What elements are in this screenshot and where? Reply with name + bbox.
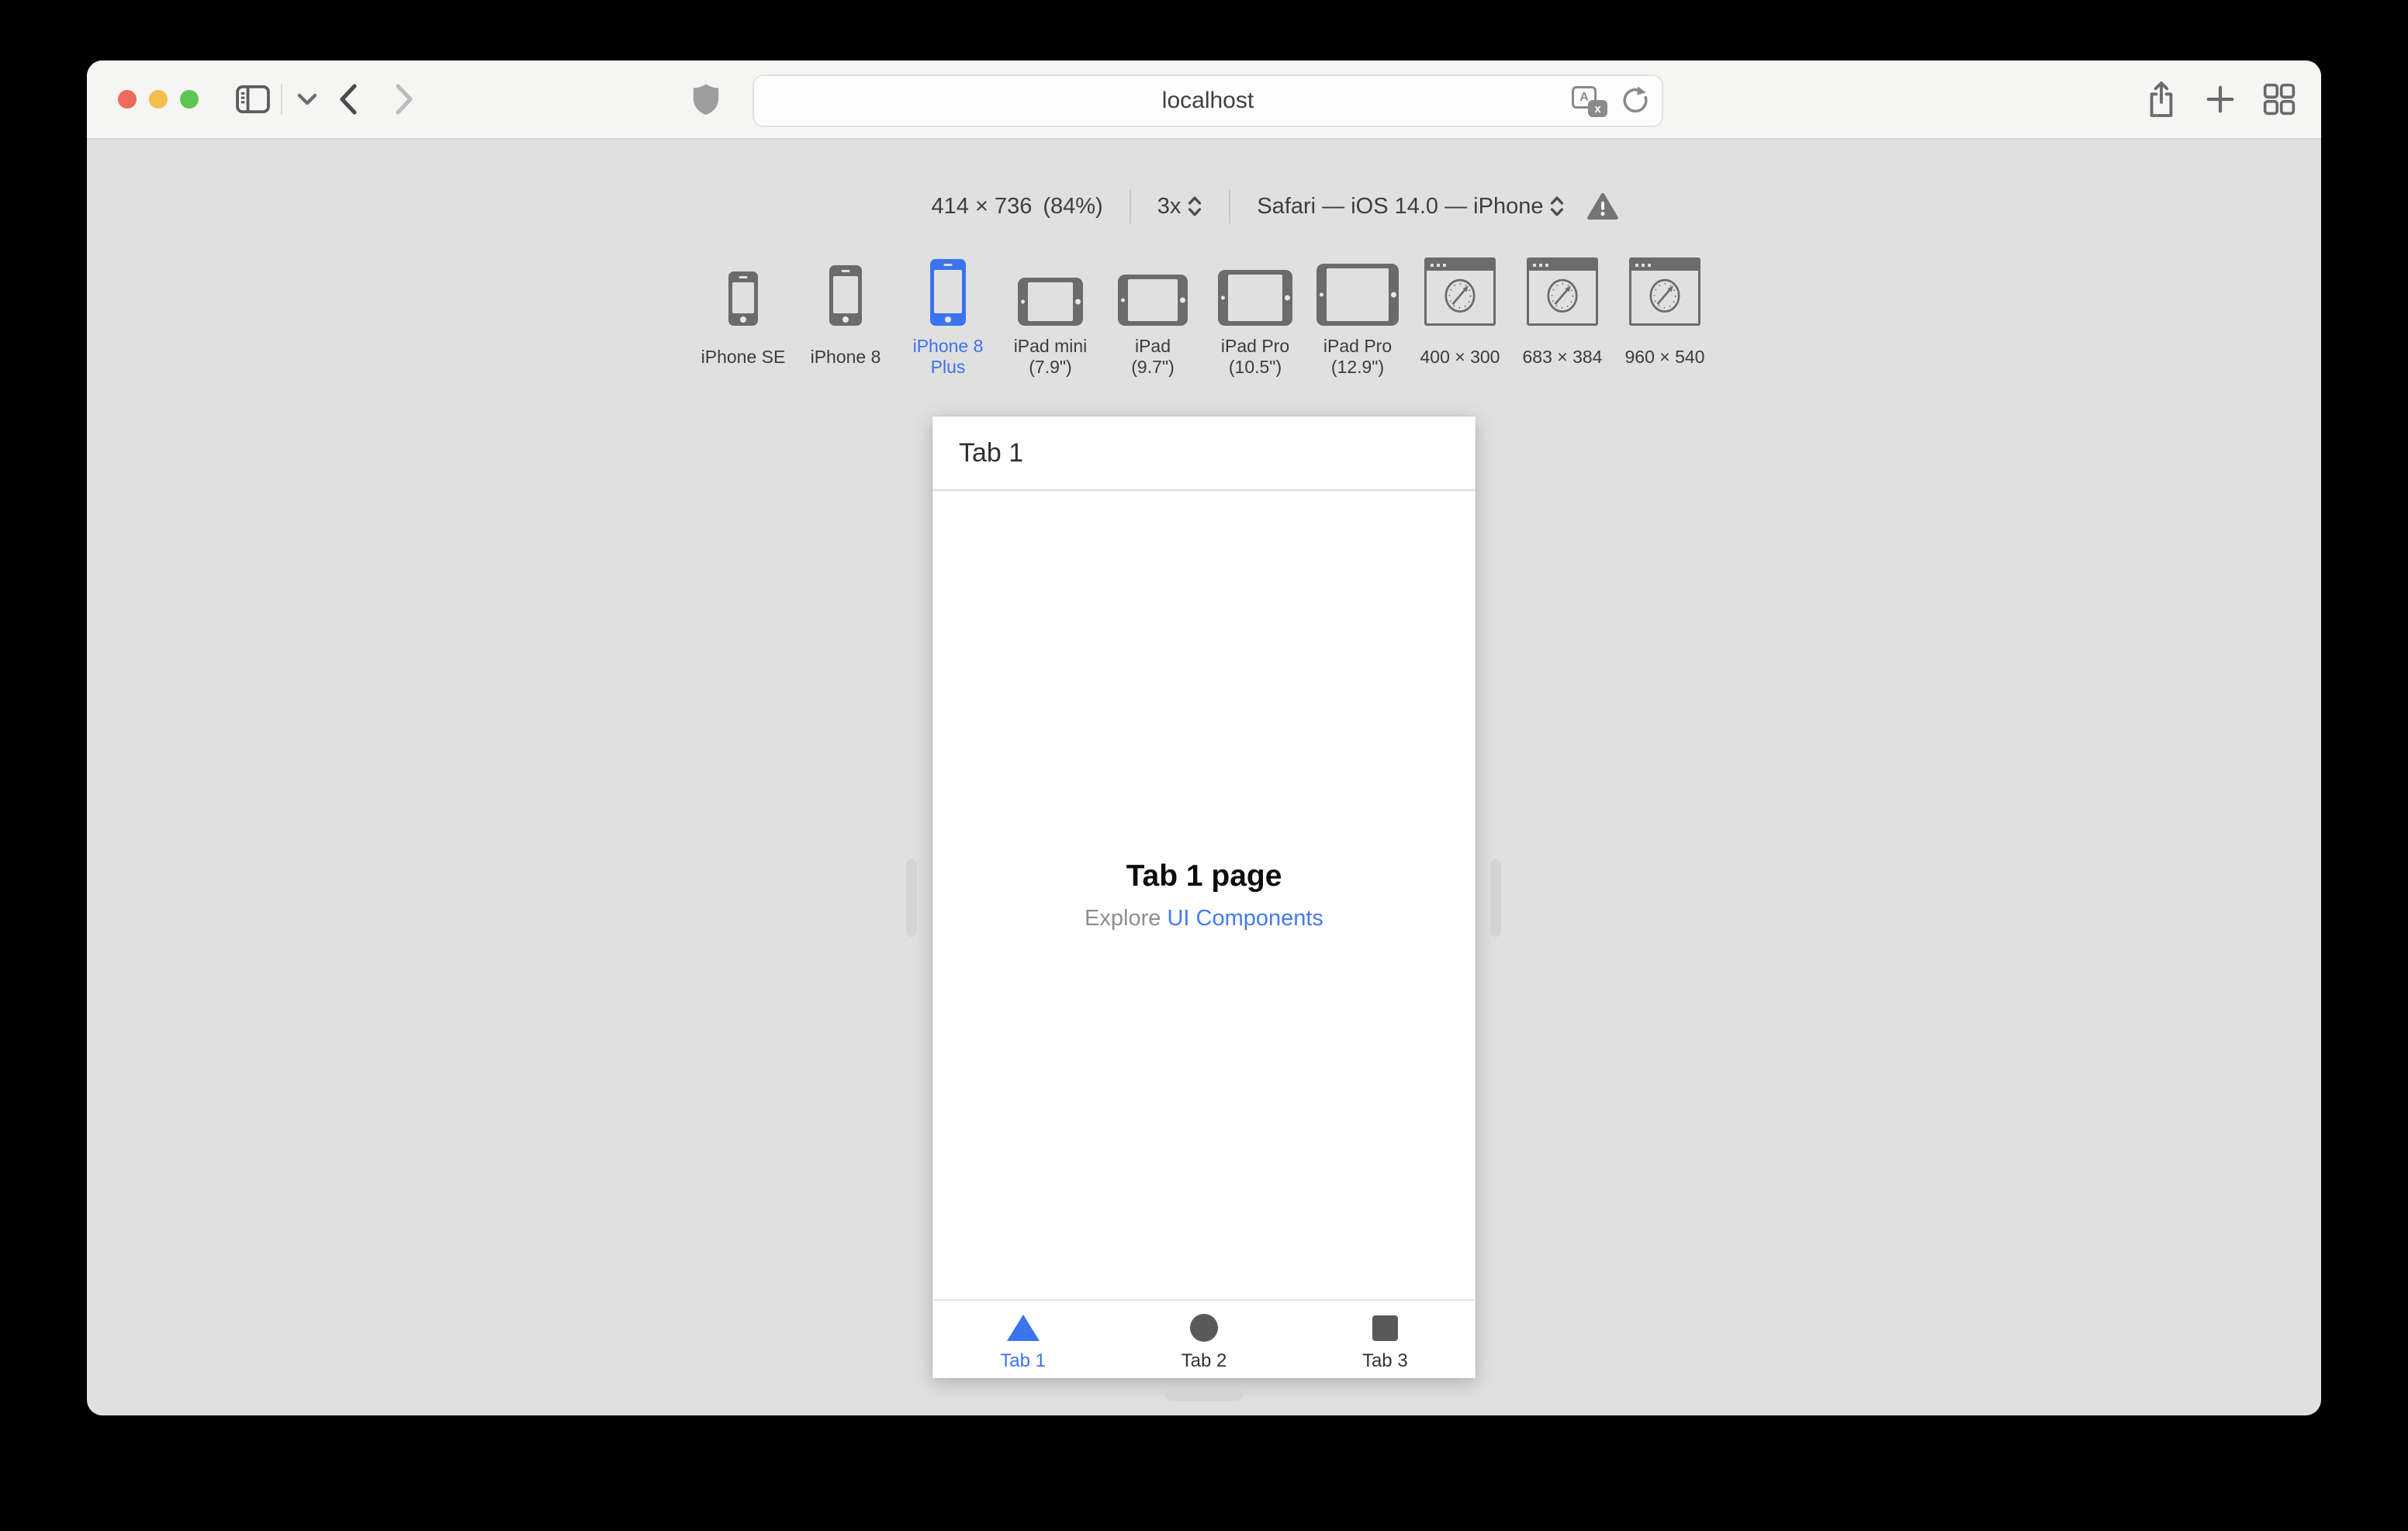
- fullscreen-window-button[interactable]: [180, 90, 199, 109]
- browser-window-icon: [1424, 257, 1496, 326]
- new-tab-button[interactable]: [2200, 79, 2240, 119]
- sidebar-menu-button[interactable]: [290, 79, 324, 119]
- pixel-ratio-select[interactable]: 3x: [1157, 194, 1203, 219]
- browser-window-icon: [1527, 257, 1598, 326]
- share-button[interactable]: [2141, 79, 2181, 119]
- device-option-960x540[interactable]: 960 × 540: [1615, 254, 1714, 378]
- device-option-400x300[interactable]: 400 × 300: [1410, 254, 1510, 378]
- device-option-iphone-8-plus[interactable]: iPhone 8 Plus: [898, 254, 998, 378]
- iphone-8-icon: [829, 265, 862, 326]
- device-option-iphone-8[interactable]: iPhone 8: [796, 254, 895, 378]
- square-icon: [1372, 1313, 1398, 1343]
- resize-handle-right[interactable]: [1490, 859, 1501, 937]
- app-tab-bar: Tab 1 Tab 2 Tab 3: [932, 1299, 1476, 1378]
- rdm-toolbar: 414 × 736 (84%) 3x Safari — iOS 14.0 — i…: [158, 185, 2321, 228]
- tab-2[interactable]: Tab 2: [1113, 1301, 1294, 1378]
- rdm-divider: [1129, 189, 1131, 223]
- stepper-icon: [1188, 196, 1202, 216]
- user-agent-value: Safari — iOS 14.0 — iPhone: [1257, 193, 1544, 219]
- chevron-down-icon: [297, 93, 317, 105]
- reload-button[interactable]: [1620, 81, 1651, 121]
- ui-components-link[interactable]: UI Components: [1167, 906, 1323, 931]
- toolbar-divider: [281, 84, 282, 115]
- address-bar[interactable]: localhost A x: [752, 74, 1663, 127]
- close-window-button[interactable]: [118, 90, 137, 109]
- safari-compass-icon: [1444, 278, 1476, 313]
- reload-icon: [1623, 86, 1648, 113]
- user-agent-select[interactable]: Safari — iOS 14.0 — iPhone: [1257, 194, 1565, 219]
- app-nav-bar: Tab 1: [932, 416, 1476, 491]
- device-option-ipad[interactable]: iPad (9.7"): [1103, 254, 1202, 378]
- page-content: Tab 1 page Explore UI Components: [932, 491, 1476, 1299]
- iphone-8-plus-icon: [930, 259, 966, 326]
- back-button[interactable]: [330, 79, 366, 119]
- simulated-viewport: Tab 1 Tab 1 page Explore UI Components T…: [932, 416, 1476, 1378]
- nav-bar-title: Tab 1: [959, 437, 1024, 468]
- safari-compass-icon: [1547, 278, 1578, 313]
- forward-button[interactable]: [386, 79, 422, 119]
- iphone-se-icon: [728, 271, 758, 326]
- device-option-ipad-mini[interactable]: iPad mini (7.9"): [1001, 254, 1100, 378]
- device-option-683x384[interactable]: 683 × 384: [1513, 254, 1612, 378]
- plus-icon: [2206, 85, 2234, 113]
- resize-handle-bottom[interactable]: [1165, 1388, 1243, 1401]
- device-option-ipad-pro-12[interactable]: iPad Pro (12.9"): [1308, 254, 1407, 378]
- tab-overview-icon: [2263, 83, 2296, 116]
- share-icon: [2150, 81, 2173, 117]
- warning-button[interactable]: [1586, 192, 1619, 221]
- titlebar: localhost A x: [87, 60, 2321, 140]
- rdm-divider: [1229, 189, 1231, 223]
- pixel-ratio-value: 3x: [1157, 193, 1182, 219]
- back-arrow-icon: [340, 84, 357, 115]
- safari-compass-icon: [1649, 278, 1680, 313]
- ipad-icon: [1118, 275, 1188, 326]
- tab-1[interactable]: Tab 1: [932, 1301, 1113, 1378]
- resize-handle-left[interactable]: [906, 859, 917, 937]
- device-option-iphone-se[interactable]: iPhone SE: [694, 254, 793, 378]
- tab-overview-button[interactable]: [2259, 79, 2299, 119]
- ipad-pro-10-icon: [1218, 270, 1292, 326]
- sidebar-icon: [236, 85, 270, 114]
- address-text: localhost: [1161, 88, 1254, 113]
- ipad-pro-12-icon: [1316, 264, 1399, 326]
- translate-button[interactable]: A x: [1572, 85, 1607, 117]
- circle-icon: [1189, 1313, 1218, 1343]
- forward-arrow-icon: [396, 84, 413, 115]
- desktop-background: localhost A x 414 × 736 (84%) 3x Safari …: [0, 0, 2408, 1531]
- device-option-ipad-pro-10[interactable]: iPad Pro (10.5"): [1206, 254, 1305, 378]
- ipad-mini-icon: [1018, 278, 1083, 326]
- traffic-lights: [118, 90, 199, 109]
- zoom-percent-label: (84%): [1043, 193, 1103, 219]
- privacy-report-button[interactable]: [689, 79, 723, 119]
- browser-window-icon: [1629, 257, 1700, 326]
- page-title: Tab 1 page: [1126, 859, 1282, 893]
- stepper-icon: [1551, 196, 1564, 216]
- safari-window: localhost A x 414 × 736 (84%) 3x Safari …: [87, 60, 2321, 1415]
- minimize-window-button[interactable]: [149, 90, 168, 109]
- sidebar-toggle-button[interactable]: [233, 79, 273, 119]
- tab-3[interactable]: Tab 3: [1295, 1301, 1476, 1378]
- warning-icon: [1587, 192, 1619, 220]
- triangle-icon: [1006, 1313, 1040, 1343]
- device-preset-row: iPhone SE iPhone 8 iPhone 8 Plus iPad min…: [87, 254, 2321, 378]
- shield-icon: [693, 84, 719, 115]
- viewport-size-label: 414 × 736: [931, 193, 1033, 219]
- page-subtitle: Explore UI Components: [1085, 905, 1323, 931]
